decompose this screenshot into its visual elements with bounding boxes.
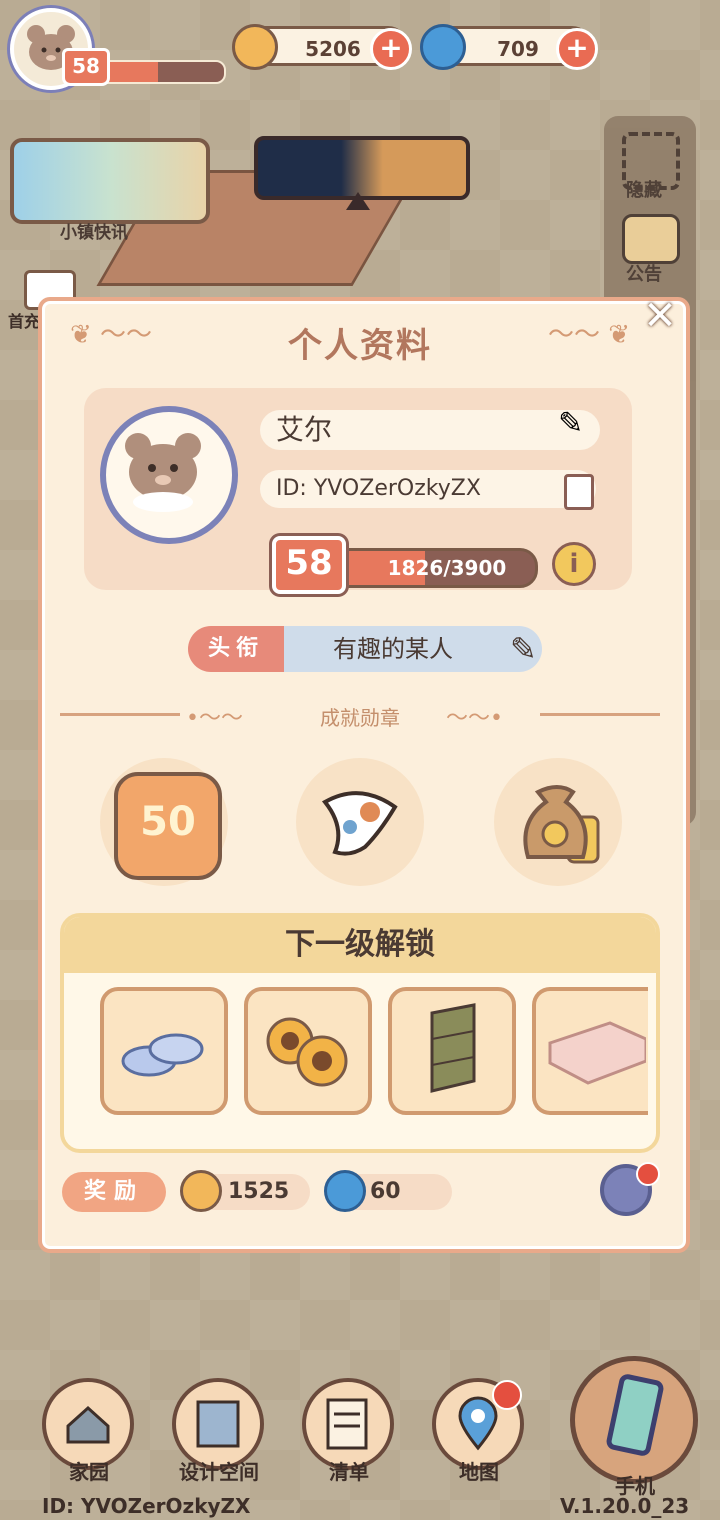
- town-news-card[interactable]: [10, 138, 210, 224]
- unlock-item-slippers[interactable]: [100, 987, 228, 1115]
- spiral-gem-icon: [420, 24, 466, 70]
- footer-player-id: ID: YVOZerOzkyZX: [42, 1494, 251, 1518]
- bookshelf-icon: [430, 1003, 476, 1093]
- top-level-bar: [96, 60, 226, 84]
- medal-coin-bag[interactable]: [494, 758, 622, 886]
- edit-title-pencil-icon[interactable]: ✎: [510, 626, 537, 672]
- footer-version: V.1.20.0_23: [560, 1494, 690, 1518]
- checklist-icon: [326, 1398, 368, 1450]
- dialog-title: 个人资料: [288, 326, 432, 366]
- nav-map-label[interactable]: 地图: [424, 1456, 534, 1485]
- megaphone-icon[interactable]: [622, 214, 680, 264]
- player-name-field: 艾尔: [260, 410, 600, 450]
- achievements-label: 成就勋章: [320, 706, 400, 730]
- close-button[interactable]: ✕: [640, 296, 680, 336]
- edit-name-pencil-icon[interactable]: ✎: [558, 404, 598, 444]
- profile-avatar[interactable]: [100, 406, 238, 544]
- player-title-value[interactable]: 有趣的某人: [284, 626, 542, 672]
- title-tag-label: 头衔: [188, 626, 284, 672]
- hide-label[interactable]: 隐藏: [626, 176, 662, 202]
- next-level-unlock-title: 下一级解锁: [64, 917, 656, 973]
- level-badge: 58: [272, 536, 346, 594]
- unlock-item-shelf[interactable]: [388, 987, 516, 1115]
- coin-icon: [232, 24, 278, 70]
- sunflower-icon: [266, 1017, 348, 1087]
- day-night-indicator: [254, 136, 470, 200]
- player-id-field: ID: YVOZerOzkyZX: [260, 470, 596, 508]
- top-level-badge: 58: [62, 48, 110, 86]
- bear-icon: [125, 433, 201, 512]
- notification-dot: [636, 1162, 660, 1186]
- phone-icon: [606, 1374, 664, 1456]
- reward-gems-value: 60: [370, 1179, 401, 1204]
- xp-text: 1826/3900: [387, 556, 507, 580]
- slippers-icon: [121, 1033, 204, 1077]
- add-gems-button[interactable]: +: [556, 28, 598, 70]
- copy-icon[interactable]: [564, 474, 594, 510]
- sofa-icon: [548, 1021, 648, 1085]
- notice-label[interactable]: 公告: [626, 260, 662, 286]
- medal-koi[interactable]: [296, 758, 424, 886]
- coin-count: 5206: [305, 37, 361, 61]
- xp-progress-bar: 1826/3900: [326, 548, 538, 588]
- nav-home-label[interactable]: 家园: [34, 1456, 144, 1485]
- blueprint-icon: [196, 1400, 240, 1448]
- money-bag-icon: [523, 785, 600, 864]
- phone-button[interactable]: [570, 1356, 698, 1484]
- level-info-button[interactable]: i: [552, 542, 596, 586]
- reward-label: 奖励: [62, 1172, 166, 1212]
- next-level-unlock-panel: 下一级解锁: [60, 913, 660, 1153]
- spiral-gem-icon: [324, 1170, 366, 1212]
- time-pointer-icon: [346, 192, 370, 210]
- gem-count: 709: [497, 37, 539, 61]
- nav-list-label[interactable]: 清单: [294, 1456, 404, 1485]
- town-news-label: 小镇快讯: [60, 223, 128, 243]
- house-icon: [66, 1405, 110, 1444]
- player-id: ID: YVOZerOzkyZX: [276, 476, 481, 501]
- map-notification-dot: [492, 1380, 522, 1410]
- unlock-item-sofa[interactable]: [532, 987, 648, 1115]
- reward-coins-value: 1525: [228, 1179, 290, 1204]
- unlock-item-sunflowers[interactable]: [244, 987, 372, 1115]
- level-medal-badge: 50: [114, 772, 222, 880]
- add-coins-button[interactable]: +: [370, 28, 412, 70]
- nav-design-label[interactable]: 设计空间: [164, 1456, 274, 1485]
- coin-icon: [180, 1170, 222, 1212]
- koi-fish-icon: [321, 791, 398, 856]
- medal-level-50[interactable]: 50: [100, 758, 228, 886]
- player-name: 艾尔: [276, 413, 333, 446]
